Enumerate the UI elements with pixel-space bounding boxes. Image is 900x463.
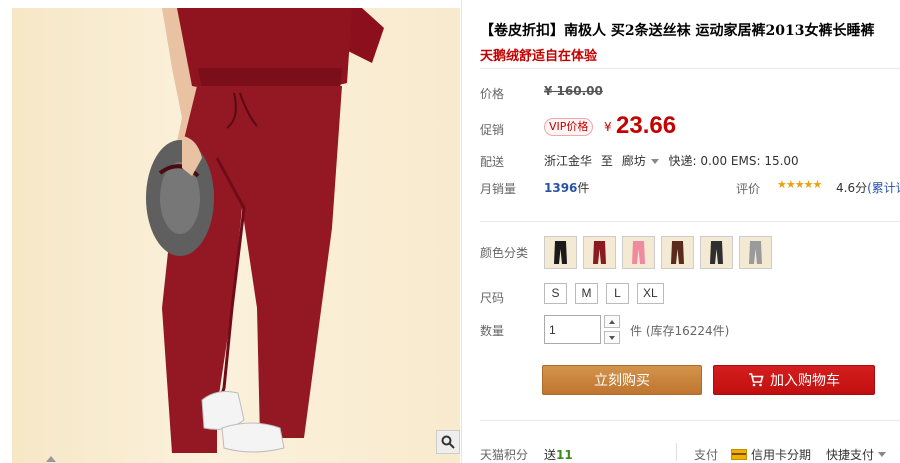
rating-stars-icon: ★★★★★ bbox=[777, 178, 822, 191]
points-prefix: 送 bbox=[544, 448, 557, 462]
quick-pay-label: 快捷支付 bbox=[826, 448, 875, 462]
pants-thumbnail-icon bbox=[632, 241, 645, 264]
rating-score: 4.6分(累计评 bbox=[836, 179, 900, 196]
stock-info: 件 (库存16224件) bbox=[630, 324, 730, 338]
shipping-fees: 快递: 0.00 EMS: 15.00 bbox=[668, 154, 799, 168]
color-swatch[interactable] bbox=[544, 236, 577, 269]
promo-price: 23.66 bbox=[616, 112, 677, 139]
ship-from: 浙江金华 bbox=[544, 154, 593, 168]
divider bbox=[480, 68, 900, 69]
arrow-up-icon bbox=[609, 319, 615, 324]
size-option[interactable]: S bbox=[544, 283, 567, 304]
points-value: 送11 bbox=[544, 446, 573, 463]
quick-pay-select[interactable]: 快捷支付 bbox=[826, 446, 887, 463]
color-swatches bbox=[544, 236, 772, 269]
credit-card-icon bbox=[731, 449, 747, 460]
points-amount: 11 bbox=[556, 448, 573, 462]
original-price: ¥ 160.00 bbox=[544, 84, 603, 98]
pants-thumbnail-icon bbox=[554, 241, 567, 264]
size-label: 尺码 bbox=[480, 291, 505, 305]
color-swatch[interactable] bbox=[700, 236, 733, 269]
chevron-down-icon bbox=[878, 452, 887, 457]
divider bbox=[480, 420, 900, 421]
buy-now-label: 立刻购买 bbox=[594, 373, 650, 389]
original-price-value: ¥ 160.00 bbox=[544, 84, 603, 98]
thumbnail-scroll-up-icon[interactable] bbox=[46, 456, 56, 462]
color-label: 颜色分类 bbox=[480, 246, 529, 260]
quantity-decrease-button[interactable] bbox=[604, 331, 620, 344]
chevron-down-icon bbox=[650, 158, 659, 164]
size-option[interactable]: XL bbox=[637, 283, 664, 304]
sales-unit: 件 bbox=[577, 181, 590, 195]
ship-to-word: 至 bbox=[600, 154, 613, 168]
currency-symbol: ¥ bbox=[604, 120, 612, 134]
buy-now-button[interactable]: 立刻购买 bbox=[542, 365, 702, 395]
ship-destination: 廊坊 bbox=[621, 154, 646, 168]
add-to-cart-label: 加入购物车 bbox=[770, 373, 840, 389]
price-label: 价格 bbox=[480, 87, 505, 101]
color-swatch[interactable] bbox=[739, 236, 772, 269]
ship-destination-select[interactable]: 廊坊 bbox=[622, 154, 665, 168]
color-swatch[interactable] bbox=[622, 236, 655, 269]
monthly-sales: 1396件 bbox=[544, 179, 589, 196]
reviews-link[interactable]: (累计评 bbox=[867, 181, 900, 195]
zoom-button[interactable] bbox=[436, 430, 460, 454]
product-gallery bbox=[0, 0, 462, 463]
product-title: 【卷皮折扣】南极人 买2条送丝袜 运动家居裤2013女裤长睡裤 bbox=[480, 23, 875, 39]
size-options: S M L XL bbox=[544, 283, 664, 304]
points-label: 天猫积分 bbox=[480, 448, 529, 462]
quantity-input[interactable] bbox=[544, 315, 601, 344]
color-swatch[interactable] bbox=[583, 236, 616, 269]
quantity-label: 数量 bbox=[480, 324, 505, 338]
pants-thumbnail-icon bbox=[593, 241, 606, 264]
pants-thumbnail-icon bbox=[710, 241, 723, 264]
product-photo[interactable] bbox=[12, 8, 460, 463]
model-in-red-pants-image bbox=[146, 8, 384, 453]
cart-icon bbox=[749, 373, 764, 387]
size-option[interactable]: L bbox=[606, 283, 629, 304]
product-subtitle: 天鹅绒舒适自在体验 bbox=[480, 49, 598, 64]
arrow-down-icon bbox=[609, 335, 615, 340]
credit-card-label: 信用卡分期 bbox=[751, 448, 812, 462]
rating-label: 评价 bbox=[736, 182, 761, 196]
monthly-sales-label: 月销量 bbox=[480, 182, 517, 196]
product-detail-panel: 【卷皮折扣】南极人 买2条送丝袜 运动家居裤2013女裤长睡裤 天鹅绒舒适自在体… bbox=[480, 0, 900, 463]
pants-thumbnail-icon bbox=[749, 241, 762, 264]
divider-vertical bbox=[676, 443, 677, 461]
shipping-info: 浙江金华 至 廊坊 快递: 0.00 EMS: 15.00 bbox=[544, 152, 799, 169]
add-to-cart-button[interactable]: 加入购物车 bbox=[713, 365, 875, 395]
promo-label: 促销 bbox=[480, 123, 505, 137]
payment-label: 支付 bbox=[694, 448, 719, 462]
color-swatch[interactable] bbox=[661, 236, 694, 269]
shipping-label: 配送 bbox=[480, 155, 505, 169]
size-option[interactable]: M bbox=[575, 283, 598, 304]
pants-thumbnail-icon bbox=[671, 241, 684, 264]
vip-price-badge: VIP价格 bbox=[544, 118, 594, 136]
sales-count: 1396 bbox=[544, 181, 578, 195]
quantity-increase-button[interactable] bbox=[604, 315, 620, 328]
magnifier-icon bbox=[441, 435, 455, 449]
divider bbox=[480, 221, 900, 222]
credit-card-installment[interactable]: 信用卡分期 bbox=[731, 446, 811, 463]
rating-score-value: 4.6分 bbox=[836, 181, 868, 195]
